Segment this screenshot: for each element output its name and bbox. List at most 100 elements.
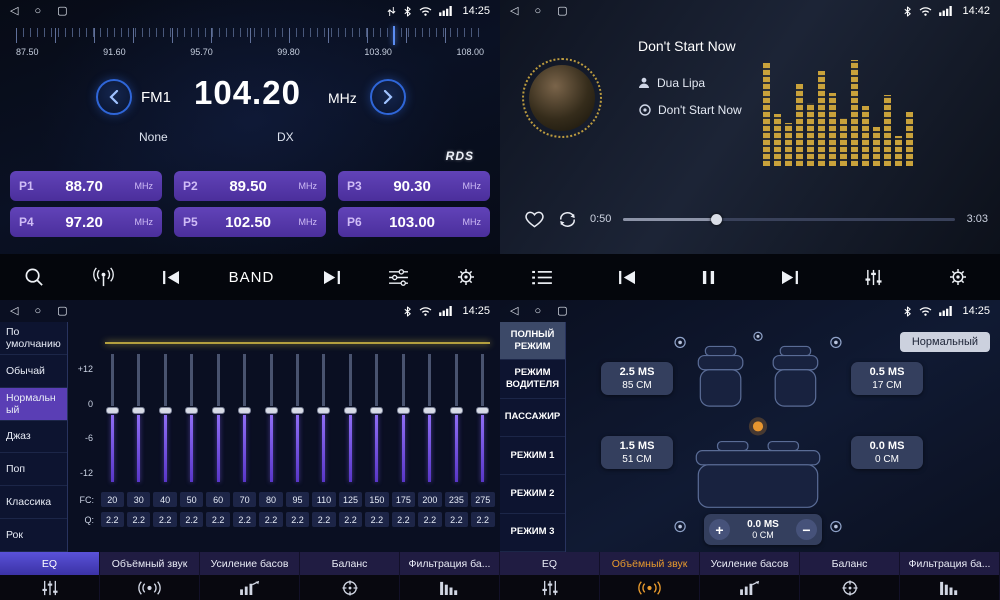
nav-recents-icon[interactable]: ▢	[557, 306, 567, 317]
eq-band-slider[interactable]	[311, 354, 337, 482]
slider-knob[interactable]	[106, 407, 119, 414]
slider-knob[interactable]	[238, 407, 251, 414]
delay-increase-button[interactable]: +	[709, 519, 730, 540]
tab-surround-icon[interactable]	[100, 575, 200, 600]
eq-band-slider[interactable]	[337, 354, 363, 482]
preset-button[interactable]: P5 102.50 MHz	[174, 207, 326, 237]
eq-band-slider[interactable]	[390, 354, 416, 482]
tab-surround[interactable]: Объёмный звук	[600, 552, 700, 575]
eq-band-slider[interactable]	[258, 354, 284, 482]
tab-eq-icon[interactable]	[0, 575, 100, 600]
favorite-button[interactable]	[524, 210, 545, 228]
tab-filter[interactable]: Фильтрация ба...	[400, 552, 500, 575]
eq-band-slider[interactable]	[284, 354, 310, 482]
pause-button[interactable]	[702, 270, 715, 285]
eq-preset-item[interactable]: Нормальный	[0, 388, 67, 421]
tab-balance[interactable]: Баланс	[800, 552, 900, 575]
nav-recents-icon[interactable]: ▢	[57, 306, 67, 317]
listening-mode-button[interactable]: ПОЛНЫЙ РЕЖИМ	[500, 322, 565, 360]
listening-mode-button[interactable]: РЕЖИМ 1	[500, 437, 565, 475]
tab-bass-boost[interactable]: Усиление басов	[200, 552, 300, 575]
preset-button[interactable]: P6 103.00 MHz	[338, 207, 490, 237]
slider-knob[interactable]	[423, 407, 436, 414]
tab-bass-boost-icon[interactable]	[200, 575, 300, 600]
eq-preset-item[interactable]: Обычай	[0, 355, 67, 388]
eq-band-slider[interactable]	[99, 354, 125, 482]
nav-recents-icon[interactable]: ▢	[57, 6, 67, 17]
settings-button[interactable]	[948, 267, 968, 287]
delay-rear-right[interactable]: 0.0 MS 0 CM	[851, 436, 923, 469]
slider-knob[interactable]	[317, 407, 330, 414]
playlist-button[interactable]	[532, 270, 553, 285]
tab-filter[interactable]: Фильтрация ба...	[900, 552, 1000, 575]
scan-button[interactable]	[92, 267, 115, 288]
eq-band-slider[interactable]	[470, 354, 496, 482]
slider-knob[interactable]	[397, 407, 410, 414]
eq-band-slider[interactable]	[364, 354, 390, 482]
next-track-button[interactable]	[780, 270, 799, 285]
nav-back-icon[interactable]: ◁	[510, 306, 518, 317]
eq-band-slider[interactable]	[205, 354, 231, 482]
slider-knob[interactable]	[450, 407, 463, 414]
slider-knob[interactable]	[212, 407, 225, 414]
delay-rear-left[interactable]: 1.5 MS 51 CM	[601, 436, 673, 469]
slider-knob[interactable]	[132, 407, 145, 414]
seek-bar[interactable]	[623, 218, 954, 221]
tab-bass-boost[interactable]: Усиление басов	[700, 552, 800, 575]
slider-knob[interactable]	[476, 407, 489, 414]
nav-back-icon[interactable]: ◁	[510, 6, 518, 17]
tab-eq[interactable]: EQ	[0, 552, 100, 575]
preset-button[interactable]: P2 89.50 MHz	[174, 171, 326, 201]
tab-bass-boost-icon[interactable]	[700, 575, 800, 600]
tab-balance-icon[interactable]	[800, 575, 900, 600]
slider-knob[interactable]	[265, 407, 278, 414]
tab-filter-icon[interactable]	[900, 575, 1000, 600]
eq-band-slider[interactable]	[443, 354, 469, 482]
preset-button[interactable]: P4 97.20 MHz	[10, 207, 162, 237]
next-button[interactable]	[322, 270, 341, 285]
slider-knob[interactable]	[370, 407, 383, 414]
profile-button[interactable]: Нормальный	[900, 332, 990, 352]
eq-band-slider[interactable]	[178, 354, 204, 482]
eq-band-slider[interactable]	[417, 354, 443, 482]
nav-home-icon[interactable]: ○	[534, 306, 541, 317]
tab-surround[interactable]: Объёмный звук	[100, 552, 200, 575]
nav-back-icon[interactable]: ◁	[10, 6, 18, 17]
eq-preset-item[interactable]: По умолчанию	[0, 322, 67, 355]
delay-front-right[interactable]: 0.5 MS 17 CM	[851, 362, 923, 395]
search-button[interactable]	[24, 267, 45, 288]
eq-band-slider[interactable]	[125, 354, 151, 482]
listening-mode-button[interactable]: РЕЖИМ 2	[500, 475, 565, 513]
previous-track-button[interactable]	[618, 270, 637, 285]
frequency-ruler[interactable]: 87.5091.6095.7099.80103.90108.00	[16, 25, 484, 61]
preset-button[interactable]: P1 88.70 MHz	[10, 171, 162, 201]
eq-preset-item[interactable]: Поп	[0, 453, 67, 486]
previous-button[interactable]	[162, 270, 181, 285]
band-button[interactable]: BAND	[229, 269, 275, 286]
nav-home-icon[interactable]: ○	[34, 6, 41, 17]
slider-knob[interactable]	[159, 407, 172, 414]
eq-preset-item[interactable]: Классика	[0, 486, 67, 519]
eq-band-slider[interactable]	[231, 354, 257, 482]
mixer-button[interactable]	[864, 269, 883, 286]
slider-knob[interactable]	[344, 407, 357, 414]
delay-front-left[interactable]: 2.5 MS 85 CM	[601, 362, 673, 395]
nav-back-icon[interactable]: ◁	[10, 306, 18, 317]
tune-down-button[interactable]	[96, 79, 132, 115]
audio-settings-button[interactable]	[388, 269, 409, 286]
nav-recents-icon[interactable]: ▢	[557, 6, 567, 17]
eq-band-slider[interactable]	[152, 354, 178, 482]
tab-filter-icon[interactable]	[400, 575, 500, 600]
listening-mode-button[interactable]: РЕЖИМ 3	[500, 514, 565, 552]
slider-knob[interactable]	[185, 407, 198, 414]
seek-knob[interactable]	[711, 214, 722, 225]
eq-preset-item[interactable]: Джаз	[0, 421, 67, 454]
nav-home-icon[interactable]: ○	[34, 306, 41, 317]
preset-button[interactable]: P3 90.30 MHz	[338, 171, 490, 201]
slider-knob[interactable]	[291, 407, 304, 414]
repeat-button[interactable]	[557, 211, 578, 228]
tab-eq[interactable]: EQ	[500, 552, 600, 575]
eq-preset-item[interactable]: Рок	[0, 519, 67, 552]
tab-eq-icon[interactable]	[500, 575, 600, 600]
tab-surround-icon[interactable]	[600, 575, 700, 600]
